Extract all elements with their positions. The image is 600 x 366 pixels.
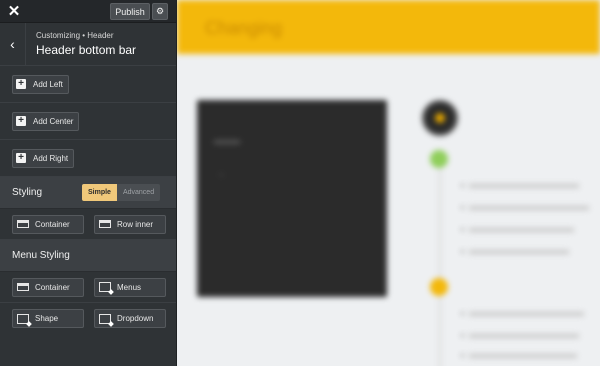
add-center-row: + Add Center	[0, 103, 176, 140]
plus-icon: +	[16, 79, 26, 89]
preview-text-line	[461, 184, 579, 188]
row-inner-label: Row inner	[117, 219, 154, 229]
publish-button[interactable]: Publish	[110, 3, 150, 20]
logo-dot	[435, 113, 445, 123]
add-right-button[interactable]: + Add Right	[12, 148, 75, 168]
row-inner-icon	[99, 220, 111, 228]
styling-header: Styling Simple Advanced	[0, 177, 176, 209]
menu-buttons-row-1: Container Menus	[0, 272, 176, 303]
menu-container-button[interactable]: Container	[12, 277, 84, 297]
menus-label: Menus	[117, 282, 142, 292]
timeline-dot-yellow	[430, 278, 448, 296]
advanced-mode-tab[interactable]: Advanced	[116, 184, 161, 201]
styling-mode-toggle: Simple Advanced	[82, 184, 161, 201]
preview-text-line	[461, 250, 569, 254]
menu-styling-header: Menu Styling	[0, 240, 176, 272]
add-right-label: Add Right	[33, 153, 69, 163]
section-title: Header bottom bar	[36, 43, 137, 57]
gear-icon[interactable]: ⚙	[152, 3, 168, 20]
menus-button[interactable]: Menus	[94, 277, 166, 297]
add-right-row: + Add Right	[0, 140, 176, 177]
card-list-line	[219, 170, 223, 179]
menu-container-label: Container	[35, 282, 70, 292]
cursor-select-icon	[99, 282, 111, 292]
plus-icon: +	[16, 116, 26, 126]
card-subtitle-bar	[214, 140, 240, 144]
add-center-button[interactable]: + Add Center	[12, 111, 80, 131]
plus-icon: +	[16, 153, 26, 163]
dropdown-button[interactable]: Dropdown	[94, 309, 166, 328]
preview-text-line	[461, 312, 584, 316]
styling-buttons-row: Container Row inner	[0, 209, 176, 240]
dropdown-label: Dropdown	[117, 314, 154, 323]
simple-mode-tab[interactable]: Simple	[82, 184, 117, 201]
container-icon	[17, 220, 29, 228]
menu-buttons-row-2: Shape Dropdown	[0, 303, 176, 334]
shape-label: Shape	[35, 314, 59, 323]
preview-text-line	[461, 354, 577, 358]
preview-text-line	[461, 206, 589, 210]
blurred-preview-content: Changing	[177, 0, 600, 366]
menu-styling-label: Menu Styling	[12, 250, 70, 261]
styling-label: Styling	[12, 187, 43, 198]
close-icon[interactable]: ✕	[0, 0, 28, 23]
preview-header-bar: Changing	[177, 0, 600, 54]
customizer-topbar: ✕ Publish ⚙	[0, 0, 176, 23]
add-left-label: Add Left	[33, 79, 63, 89]
add-left-button[interactable]: + Add Left	[12, 74, 69, 94]
preview-logo	[422, 100, 458, 136]
add-left-row: + Add Left	[0, 66, 176, 103]
preview-brand: Changing	[205, 18, 283, 38]
shape-cursor-icon	[17, 313, 29, 324]
preview-dark-card	[197, 100, 387, 297]
section-header: ‹ Customizing • Header Header bottom bar	[0, 22, 176, 66]
container-icon	[17, 283, 29, 291]
container-button[interactable]: Container	[12, 214, 84, 234]
dropdown-icon	[99, 313, 111, 324]
timeline-dot-green	[430, 150, 448, 168]
site-preview[interactable]: Changing	[177, 0, 600, 366]
preview-timeline	[439, 152, 441, 366]
breadcrumb: Customizing • Header	[36, 31, 114, 40]
row-inner-button[interactable]: Row inner	[94, 214, 166, 234]
preview-text-line	[461, 228, 574, 232]
customizer-sidebar: ✕ Publish ⚙ ‹ Customizing • Header Heade…	[0, 0, 177, 366]
preview-text-line	[461, 334, 579, 338]
add-center-label: Add Center	[33, 116, 74, 126]
shape-button[interactable]: Shape	[12, 309, 84, 328]
container-label: Container	[35, 219, 70, 229]
back-arrow-icon[interactable]: ‹	[0, 22, 26, 66]
section-titles: Customizing • Header Header bottom bar	[26, 31, 136, 57]
